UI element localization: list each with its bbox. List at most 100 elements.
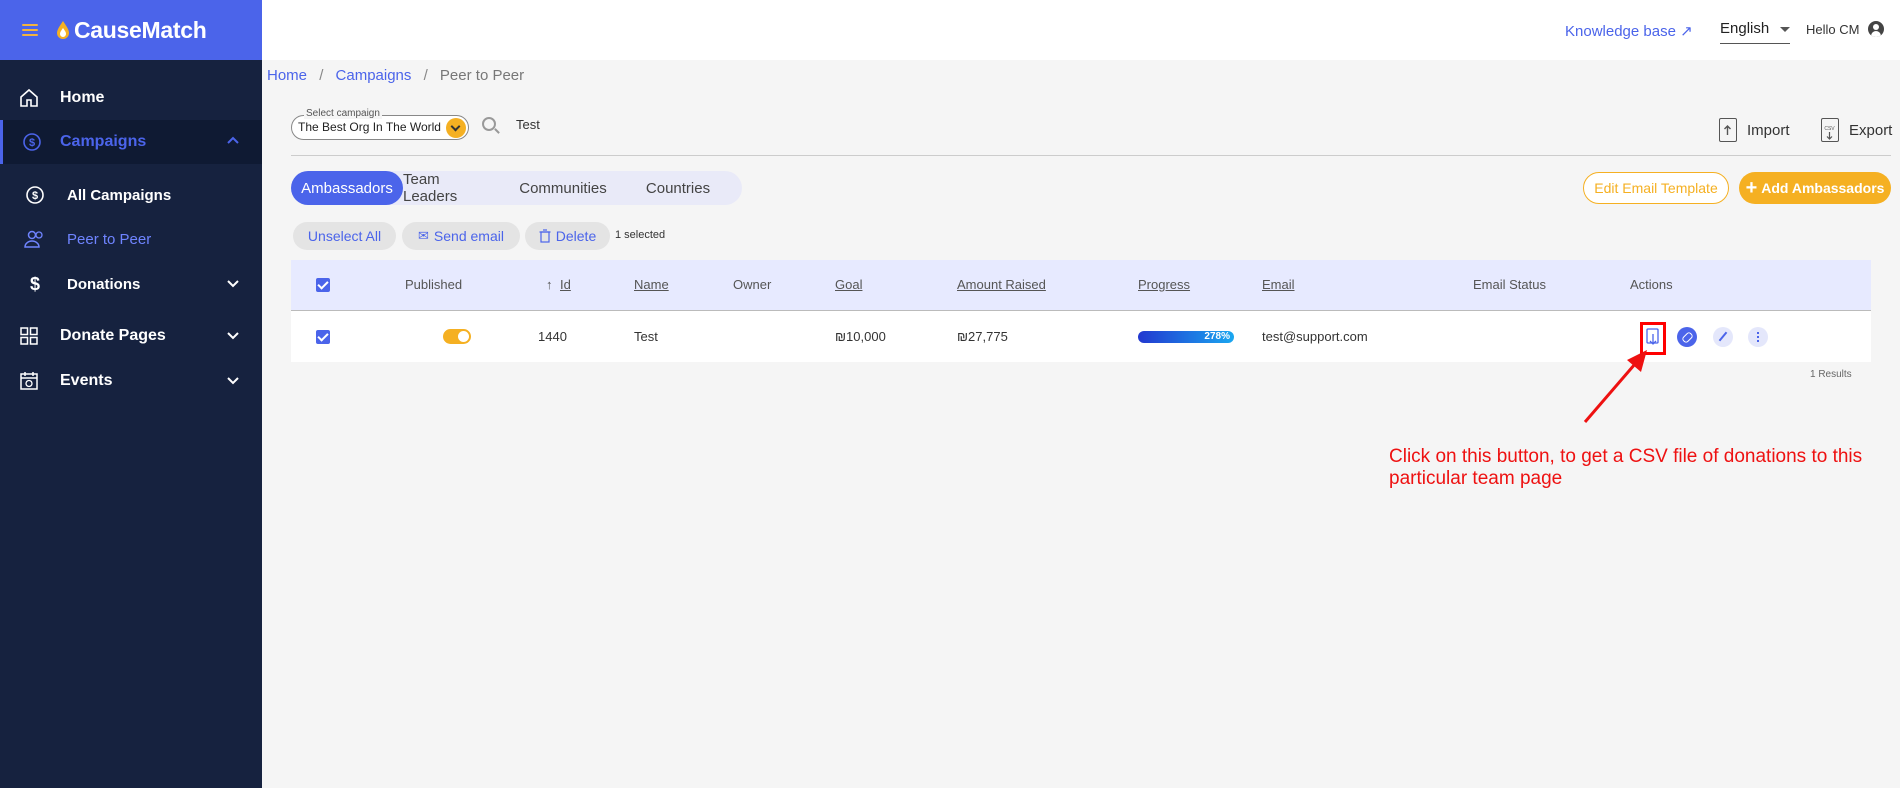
edit-email-template-button[interactable]: Edit Email Template	[1583, 172, 1729, 204]
delete-button[interactable]: Delete	[525, 222, 610, 250]
svg-text:$: $	[32, 190, 38, 202]
row-checkbox[interactable]	[316, 330, 330, 344]
row-amount-raised: ₪27,775	[957, 329, 1008, 344]
plus-icon: +	[1745, 177, 1758, 199]
sidebar-item-events[interactable]: Events	[0, 359, 262, 403]
language-value: English	[1720, 20, 1770, 37]
column-goal[interactable]: Goal	[835, 277, 862, 292]
import-label: Import	[1747, 121, 1790, 139]
import-button[interactable]: Import	[1719, 118, 1790, 142]
breadcrumb-separator: /	[423, 67, 428, 84]
csv-file-icon: CSV	[1821, 118, 1839, 142]
grid-icon	[18, 325, 40, 347]
row-email: test@support.com	[1262, 329, 1368, 344]
selected-count: 1 selected	[615, 229, 666, 241]
sort-asc-icon: ↑	[546, 277, 553, 292]
campaign-select-label: Select campaign	[304, 108, 382, 119]
add-ambassadors-button[interactable]: + Add Ambassadors	[1739, 172, 1891, 204]
add-ambassadors-label: Add Ambassadors	[1761, 180, 1885, 196]
knowledge-base-link[interactable]: Knowledge base ↗	[1565, 22, 1693, 40]
tab-ambassadors[interactable]: Ambassadors	[291, 171, 403, 205]
search-icon[interactable]	[482, 117, 496, 131]
chevron-down-icon	[227, 377, 239, 385]
column-email-status: Email Status	[1473, 277, 1546, 292]
brand-bar: CauseMatch	[0, 0, 262, 60]
language-select[interactable]: English	[1720, 20, 1790, 44]
progress-bar: 278%	[1138, 331, 1234, 343]
row-goal: ₪10,000	[835, 329, 886, 344]
column-owner: Owner	[733, 277, 772, 292]
sidebar-item-campaigns[interactable]: $ Campaigns	[0, 120, 262, 164]
sidebar-item-label: All Campaigns	[67, 186, 172, 204]
send-email-label: Send email	[433, 228, 504, 244]
select-all-checkbox[interactable]	[316, 278, 330, 292]
export-button[interactable]: CSV Export	[1821, 118, 1892, 142]
row-id: 1440	[538, 329, 567, 344]
sidebar: CauseMatch Home $ Campaigns $ All Campai…	[0, 0, 262, 788]
dollar-icon: $	[29, 273, 40, 294]
edit-icon[interactable]	[1713, 327, 1733, 347]
column-amount-raised[interactable]: Amount Raised	[957, 277, 1046, 292]
campaign-select-value[interactable]: The Best Org In The World	[298, 120, 448, 134]
chevron-up-icon	[227, 136, 239, 144]
breadcrumb-campaigns[interactable]: Campaigns	[336, 67, 412, 84]
user-greeting: Hello CM	[1806, 22, 1860, 37]
divider	[291, 155, 1891, 156]
caret-down-icon	[1780, 27, 1790, 32]
file-upload-icon	[1719, 118, 1737, 142]
sidebar-item-label: Peer to Peer	[67, 230, 152, 248]
sidebar-item-label: Campaigns	[60, 133, 147, 150]
causematch-logo-icon	[57, 21, 69, 39]
breadcrumb-home[interactable]: Home	[267, 67, 307, 84]
more-options-icon[interactable]	[1748, 327, 1768, 347]
breadcrumb-separator: /	[319, 67, 324, 84]
results-count: 1 Results	[1810, 369, 1852, 380]
link-icon[interactable]	[1677, 327, 1697, 347]
sidebar-item-label: Donations	[67, 275, 141, 293]
brand-name: CauseMatch	[74, 16, 207, 43]
sidebar-item-label: Home	[60, 89, 105, 106]
sidebar-item-label: Events	[60, 372, 113, 389]
calendar-icon	[18, 370, 40, 392]
chevron-down-icon[interactable]	[446, 118, 466, 138]
row-name: Test	[634, 329, 658, 344]
sidebar-item-donate-pages[interactable]: Donate Pages	[0, 314, 262, 358]
sidebar-item-all-campaigns[interactable]: $ All Campaigns	[0, 173, 262, 217]
hamburger-menu-icon[interactable]	[22, 24, 38, 36]
sidebar-item-peer-to-peer[interactable]: Peer to Peer	[0, 217, 262, 261]
column-progress[interactable]: Progress	[1138, 277, 1190, 292]
users-icon	[24, 228, 46, 250]
published-toggle[interactable]	[443, 329, 471, 344]
sidebar-item-label: Donate Pages	[60, 327, 166, 344]
svg-text:$: $	[29, 137, 35, 149]
delete-label: Delete	[555, 228, 597, 244]
column-name[interactable]: Name	[634, 277, 669, 292]
tab-bar: Ambassadors Team Leaders Communities Cou…	[291, 171, 742, 205]
annotation-arrow-icon	[1583, 350, 1647, 423]
svg-text:CSV: CSV	[1824, 126, 1835, 132]
annotation-text: Click on this button, to get a CSV file …	[1389, 446, 1863, 489]
column-actions: Actions	[1630, 277, 1673, 292]
send-email-button[interactable]: ✉ Send email	[402, 222, 520, 250]
account-circle-icon[interactable]	[1868, 21, 1884, 37]
breadcrumb: Home / Campaigns / Peer to Peer	[267, 67, 524, 84]
column-published: Published	[405, 277, 463, 292]
tab-team-leaders[interactable]: Team Leaders	[403, 171, 498, 205]
column-id[interactable]: Id	[560, 277, 571, 292]
tab-communities[interactable]: Communities	[503, 171, 623, 205]
chevron-down-icon	[227, 280, 239, 288]
export-label: Export	[1849, 121, 1893, 139]
home-icon	[18, 87, 40, 109]
sidebar-item-home[interactable]: Home	[0, 76, 262, 120]
trash-icon	[539, 229, 551, 243]
sidebar-item-donations[interactable]: $ Donations	[0, 262, 262, 306]
breadcrumb-current: Peer to Peer	[439, 67, 525, 84]
email-icon: ✉	[418, 228, 429, 243]
search-input[interactable]: Test	[516, 117, 540, 132]
column-email[interactable]: Email	[1262, 277, 1295, 292]
tab-countries[interactable]: Countries	[623, 171, 733, 205]
unselect-all-button[interactable]: Unselect All	[293, 222, 396, 250]
dollar-circle-icon: $	[24, 184, 46, 206]
dollar-circle-icon: $	[21, 131, 43, 153]
chevron-down-icon	[227, 332, 239, 340]
